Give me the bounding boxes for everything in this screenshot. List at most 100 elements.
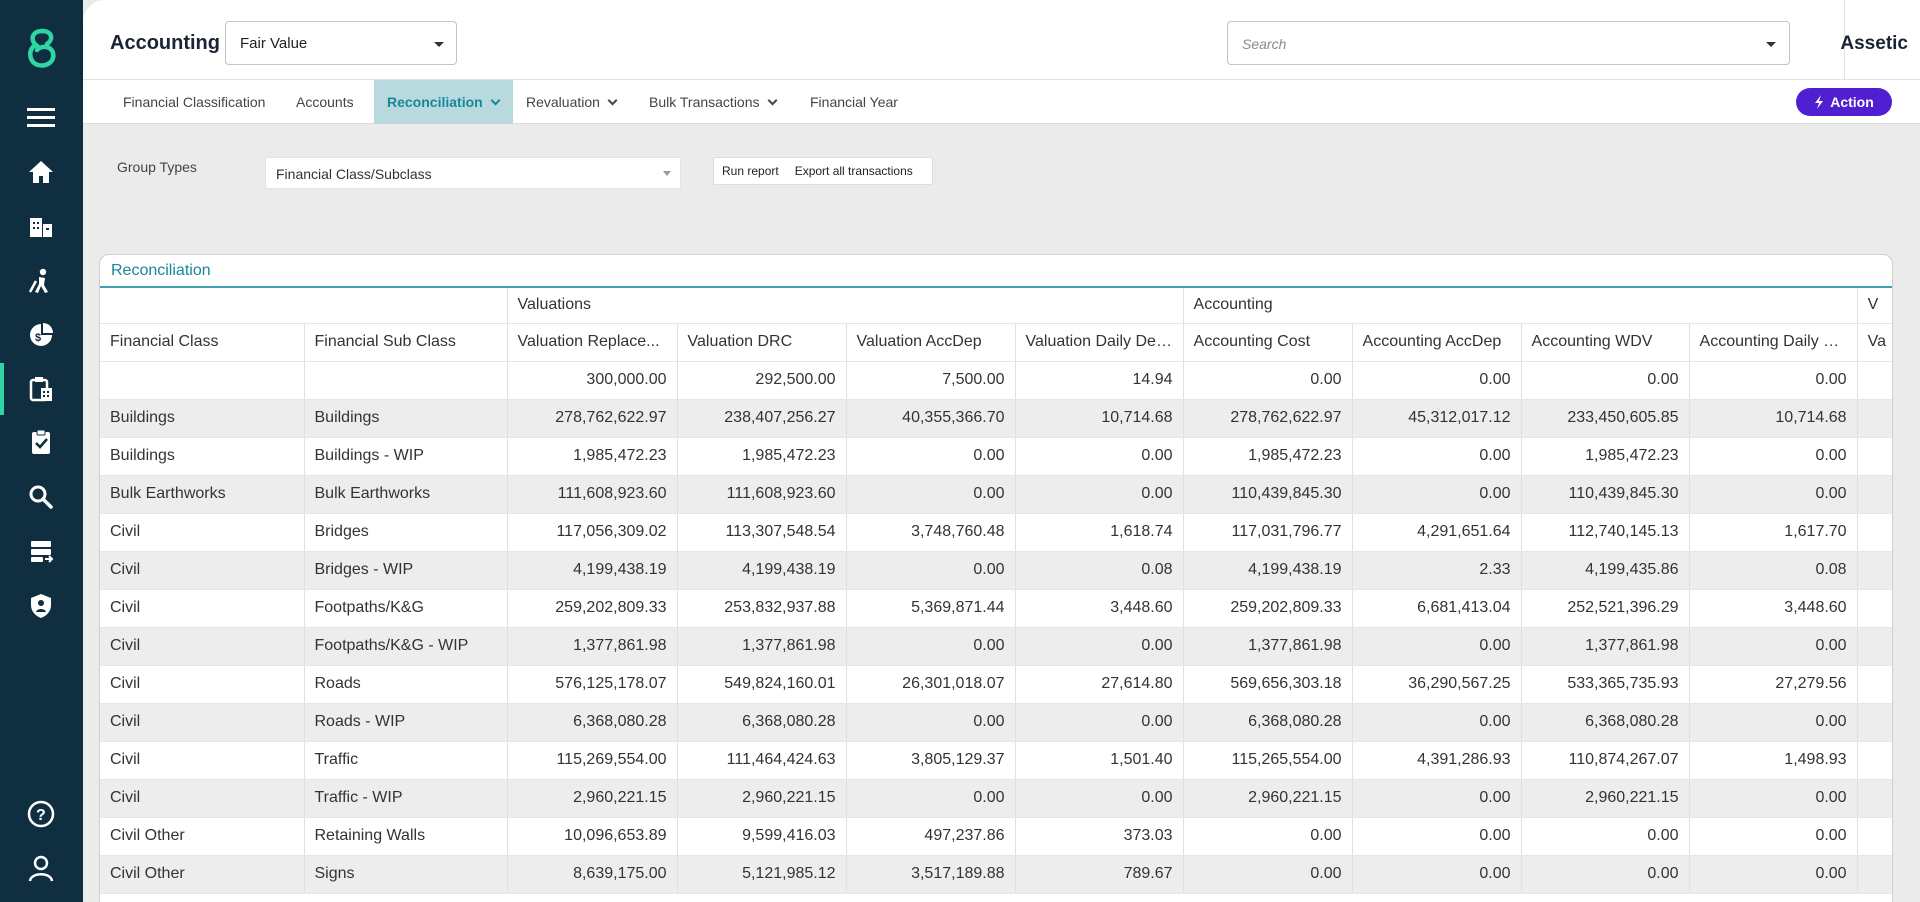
table-cell: 1,498.93 xyxy=(1689,741,1858,780)
export-transactions-button[interactable]: Export all transactions xyxy=(787,164,921,178)
table-row[interactable]: Buildings Buildings 278,762,622.97 238,407,… xyxy=(100,399,1892,438)
tab-financial-year[interactable]: Financial Year xyxy=(797,80,911,124)
table-row[interactable]: Civil Footpaths/K&G 259,202,809.33 253,832,… xyxy=(100,589,1892,628)
search-input[interactable]: Search xyxy=(1227,21,1790,65)
table-row[interactable]: Civil Roads - WIP 6,368,080.28 6,368,080.28… xyxy=(100,703,1892,742)
table-cell: 3,448.60 xyxy=(1689,589,1858,628)
table-row[interactable]: Buildings Buildings - WIP 1,985,472.23 1,98… xyxy=(100,437,1892,476)
table-cell: 1,377,861.98 xyxy=(677,627,847,666)
table-cell: 0.00 xyxy=(1689,475,1858,514)
col-accounting-accdep[interactable]: Accounting AccDep xyxy=(1352,323,1522,362)
data-transfer-icon[interactable] xyxy=(24,534,58,568)
security-shield-icon[interactable] xyxy=(24,589,58,623)
table-cell: 1,985,472.23 xyxy=(677,437,847,476)
brand-name: Assetic xyxy=(1840,33,1908,54)
chevron-down-icon xyxy=(607,95,618,105)
tab-bulk-transactions[interactable]: Bulk Transactions xyxy=(636,80,789,124)
tab-financial-classification[interactable]: Financial Classification xyxy=(110,80,278,124)
table-row[interactable]: Civil Roads 576,125,178.07 549,824,160.01 26… xyxy=(100,665,1892,704)
table-cell: 6,368,080.28 xyxy=(677,703,847,742)
table-row[interactable]: Civil Other Signs 8,639,175.00 5,121,985.12… xyxy=(100,855,1892,894)
column-group-row: Valuations Accounting V xyxy=(100,288,1892,324)
table-cell: Buildings xyxy=(100,437,305,476)
tab-revaluation[interactable]: Revaluation xyxy=(513,80,629,124)
table-cell: 2,960,221.15 xyxy=(677,779,847,818)
table-row[interactable]: Civil Traffic 115,269,554.00 111,464,424.63… xyxy=(100,741,1892,780)
table-cell: 0.00 xyxy=(846,627,1016,666)
table-cell: 10,096,653.89 xyxy=(507,817,678,856)
table-cell: 10,714.68 xyxy=(1015,399,1184,438)
table-row[interactable]: Civil Traffic - WIP 2,960,221.15 2,960,221.… xyxy=(100,779,1892,818)
table-cell xyxy=(1857,437,1892,476)
table-row[interactable]: Bulk Earthworks Bulk Earthworks 111,608,92… xyxy=(100,475,1892,514)
group-types-select[interactable]: Financial Class/Subclass xyxy=(265,157,681,189)
table-cell: 4,199,438.19 xyxy=(677,551,847,590)
tab-accounts[interactable]: Accounts xyxy=(283,80,367,124)
run-report-button[interactable]: Run report xyxy=(714,164,787,178)
reconciliation-table: Valuations Accounting V Financial Class … xyxy=(100,288,1892,894)
table-row[interactable]: Civil Other Retaining Walls 10,096,653.89 9… xyxy=(100,817,1892,856)
table-row[interactable]: Civil Footpaths/K&G - WIP 1,377,861.98 1,37… xyxy=(100,627,1892,666)
table-cell: 8,639,175.00 xyxy=(507,855,678,894)
col-valuation-daily-dep[interactable]: Valuation Daily Dep... xyxy=(1015,323,1184,362)
table-cell xyxy=(1857,475,1892,514)
table-cell: 3,448.60 xyxy=(1015,589,1184,628)
table-cell: 2,960,221.15 xyxy=(1521,779,1690,818)
table-cell: 2.33 xyxy=(1352,551,1522,590)
table-cell: Retaining Walls xyxy=(304,817,508,856)
table-row[interactable]: 300,000.00 292,500.00 7,500.00 14.94 0.00 0.0… xyxy=(100,361,1892,400)
action-button[interactable]: Action xyxy=(1796,88,1892,116)
table-cell xyxy=(1857,665,1892,704)
help-icon[interactable]: ? xyxy=(24,797,58,831)
tab-reconciliation[interactable]: Reconciliation xyxy=(374,80,513,124)
table-cell: Civil Other xyxy=(100,817,305,856)
table-row[interactable]: Civil Bridges - WIP 4,199,438.19 4,199,438.… xyxy=(100,551,1892,590)
col-accounting-daily-dep[interactable]: Accounting Daily D... xyxy=(1689,323,1858,362)
col-accounting-wdv[interactable]: Accounting WDV xyxy=(1521,323,1690,362)
table-cell xyxy=(304,361,508,400)
table-row[interactable]: Civil Bridges 117,056,309.02 113,307,548.54… xyxy=(100,513,1892,552)
chevron-down-icon xyxy=(434,42,444,47)
worker-icon[interactable] xyxy=(24,264,58,298)
table-cell: 115,265,554.00 xyxy=(1183,741,1353,780)
col-overflow[interactable]: Va xyxy=(1857,323,1892,362)
lightning-icon xyxy=(1815,95,1824,109)
table-cell: 0.00 xyxy=(1521,361,1690,400)
table-cell: 0.00 xyxy=(1689,627,1858,666)
table-cell xyxy=(1857,361,1892,400)
assetic-logo-icon[interactable] xyxy=(22,26,62,72)
table-cell: Bridges - WIP xyxy=(304,551,508,590)
table-cell: 1,985,472.23 xyxy=(1183,437,1353,476)
table-cell: Civil xyxy=(100,665,305,704)
user-profile-icon[interactable] xyxy=(24,851,58,885)
home-icon[interactable] xyxy=(24,155,58,189)
group-header-accounting: Accounting xyxy=(1183,288,1858,324)
table-cell: 2,960,221.15 xyxy=(1183,779,1353,818)
table-cell xyxy=(1857,741,1892,780)
accounting-icon[interactable] xyxy=(24,372,58,406)
col-financial-class[interactable]: Financial Class xyxy=(100,323,305,362)
chevron-down-icon[interactable] xyxy=(1766,42,1776,47)
col-valuation-replacement[interactable]: Valuation Replace... xyxy=(507,323,678,362)
col-valuation-accdep[interactable]: Valuation AccDep xyxy=(846,323,1016,362)
tab-label: Bulk Transactions xyxy=(649,94,760,110)
table-cell: 3,805,129.37 xyxy=(846,741,1016,780)
table-cell: Civil Other xyxy=(100,855,305,894)
finance-icon[interactable]: $ xyxy=(24,318,58,352)
table-cell xyxy=(1857,855,1892,894)
clipboard-check-icon[interactable] xyxy=(24,425,58,459)
table-cell: 0.00 xyxy=(1352,817,1522,856)
buildings-icon[interactable] xyxy=(24,209,58,243)
table-cell: 14.94 xyxy=(1015,361,1184,400)
search-icon[interactable] xyxy=(24,480,58,514)
table-cell xyxy=(1857,817,1892,856)
table-cell: Footpaths/K&G - WIP xyxy=(304,627,508,666)
col-valuation-drc[interactable]: Valuation DRC xyxy=(677,323,847,362)
valuation-mode-select[interactable]: Fair Value xyxy=(225,21,457,65)
table-cell: 1,985,472.23 xyxy=(1521,437,1690,476)
col-financial-sub-class[interactable]: Financial Sub Class xyxy=(304,323,508,362)
col-accounting-cost[interactable]: Accounting Cost xyxy=(1183,323,1353,362)
tab-label: Reconciliation xyxy=(387,94,483,110)
table-cell: 0.08 xyxy=(1015,551,1184,590)
menu-icon[interactable] xyxy=(24,100,58,134)
